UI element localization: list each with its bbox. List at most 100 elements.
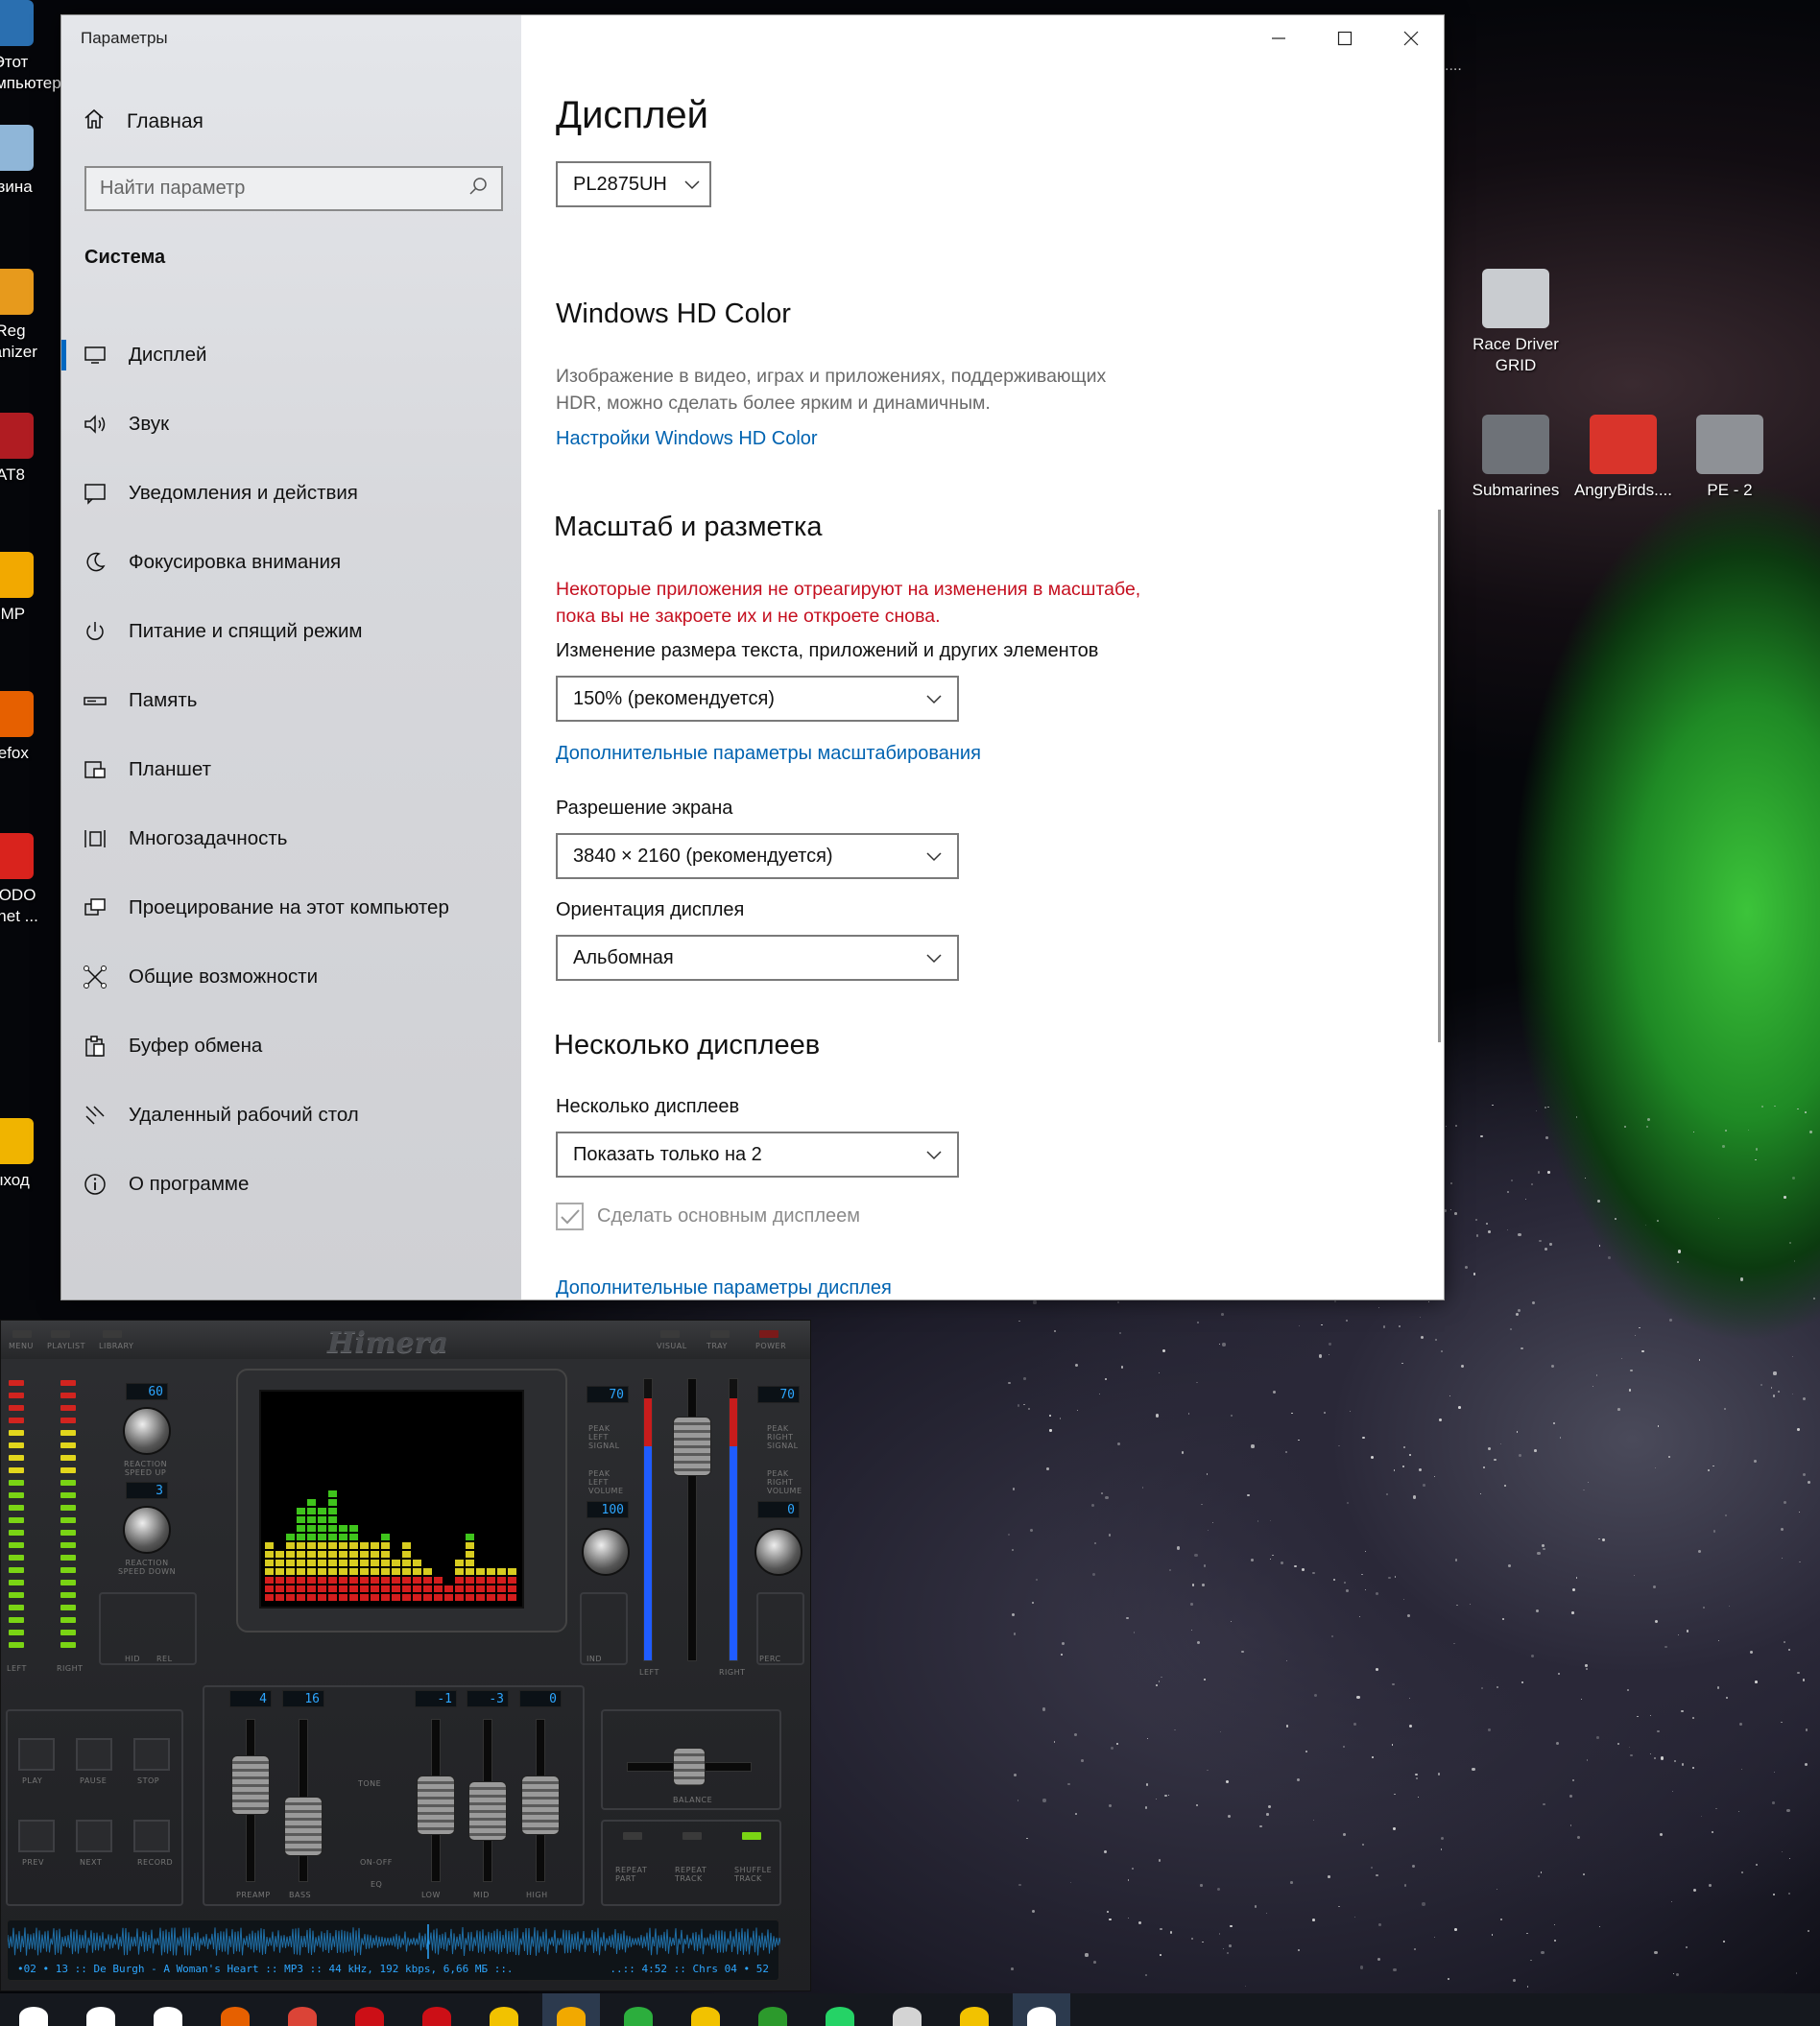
taskbar-opera-button[interactable] xyxy=(341,1993,398,2026)
taskbar-chrome-button[interactable] xyxy=(274,1993,331,2026)
resolution-value: 3840 × 2160 (рекомендуется) xyxy=(573,845,833,867)
mid-readout: -3 xyxy=(467,1690,509,1707)
desktop-icon[interactable]: Этот компьютер xyxy=(0,0,61,94)
desktop-icon[interactable]: ыход xyxy=(0,1118,42,1191)
bass-fader[interactable] xyxy=(284,1797,323,1856)
desktop-icon[interactable]: IMP xyxy=(0,552,42,625)
master-volume-fader[interactable] xyxy=(673,1417,711,1476)
repeat-button[interactable] xyxy=(623,1832,642,1840)
peak-left-signal-label: PEAK LEFT SIGNAL xyxy=(588,1424,620,1450)
taskbar-search-button[interactable] xyxy=(72,1993,130,2026)
high-fader[interactable] xyxy=(521,1776,560,1836)
left-volume-knob[interactable] xyxy=(582,1528,630,1576)
desktop-icon[interactable]: AngryBirds.... xyxy=(1570,415,1676,501)
close-button[interactable] xyxy=(1377,15,1444,61)
taskbar-notes-button[interactable] xyxy=(475,1993,533,2026)
maximize-button[interactable] xyxy=(1311,15,1377,61)
repeat-button[interactable] xyxy=(682,1832,702,1840)
repeat-label: REPEAT TRACK xyxy=(675,1866,707,1883)
pause-button[interactable] xyxy=(76,1738,112,1771)
rel-label: REL xyxy=(156,1655,173,1663)
top-button-label: VISUAL xyxy=(657,1342,687,1350)
advanced-scaling-link[interactable]: Дополнительные параметры масштабирования xyxy=(556,743,981,765)
nav-item[interactable]: Буфер обмена xyxy=(61,1012,521,1081)
nav-item[interactable]: Дисплей xyxy=(61,321,521,390)
desktop-icon[interactable]: Race Driver GRID xyxy=(1463,269,1569,376)
search-input[interactable]: Найти параметр xyxy=(84,166,503,211)
scale-dropdown[interactable]: 150% (рекомендуется) xyxy=(556,676,959,722)
taskbar-star-button[interactable] xyxy=(677,1993,734,2026)
nav-item[interactable]: Память xyxy=(61,666,521,735)
bass-readout: 16 xyxy=(282,1690,324,1707)
play-button[interactable] xyxy=(18,1738,55,1771)
ind-label: IND xyxy=(587,1655,603,1663)
taskbar-folder-button[interactable] xyxy=(946,1993,1003,2026)
top-button-visual[interactable] xyxy=(660,1330,680,1338)
desktop-icon[interactable]: AT8 xyxy=(0,413,42,486)
low-fader[interactable] xyxy=(417,1776,455,1836)
nav-item[interactable]: Планшет xyxy=(61,735,521,804)
nav-item[interactable]: Удаленный рабочий стол xyxy=(61,1081,521,1150)
taskbar-utorrent-button[interactable] xyxy=(610,1993,667,2026)
nav-item[interactable]: Питание и спящий режим xyxy=(61,597,521,666)
taskbar-settings-button[interactable] xyxy=(1013,1993,1070,2026)
next-button[interactable] xyxy=(76,1820,112,1852)
nav-item[interactable]: Фокусировка внимания xyxy=(61,528,521,597)
content-scrollbar[interactable] xyxy=(1438,510,1441,1042)
hid-rel-switches[interactable] xyxy=(99,1592,197,1665)
hid-label: HID xyxy=(125,1655,141,1663)
nav-list: Дисплей Звук Уведомления и действия Фокусир… xyxy=(61,321,521,1219)
nav-item[interactable]: Уведомления и действия xyxy=(61,459,521,528)
top-button-library[interactable] xyxy=(103,1330,122,1338)
top-button-playlist[interactable] xyxy=(51,1330,70,1338)
nav-item[interactable]: О программе xyxy=(61,1150,521,1219)
minimize-button[interactable] xyxy=(1245,15,1311,61)
bass-label: BASS xyxy=(289,1891,312,1899)
top-button-power[interactable] xyxy=(759,1330,778,1338)
taskbar-opera-gx-button[interactable] xyxy=(408,1993,466,2026)
advanced-display-link[interactable]: Дополнительные параметры дисплея xyxy=(556,1277,892,1299)
taskbar-game-button[interactable] xyxy=(878,1993,936,2026)
taskbar-start-button[interactable] xyxy=(5,1993,62,2026)
nav-item[interactable]: Звук xyxy=(61,390,521,459)
top-button-label: POWER xyxy=(755,1342,787,1350)
settings-icon xyxy=(1027,2007,1056,2026)
repeat-label: SHUFFLE TRACK xyxy=(734,1866,773,1883)
preamp-fader[interactable] xyxy=(231,1754,270,1815)
home-button[interactable]: Главная xyxy=(83,107,204,136)
desktop-icon[interactable]: Reg ganizer xyxy=(0,269,42,363)
taskbar-firefox-button[interactable] xyxy=(206,1993,264,2026)
hdr-settings-link[interactable]: Настройки Windows HD Color xyxy=(556,428,818,450)
multi-display-dropdown[interactable]: Показать только на 2 xyxy=(556,1132,959,1178)
repeat-button[interactable] xyxy=(742,1832,761,1840)
record-button[interactable] xyxy=(133,1820,170,1852)
taskbar-whatsapp-button[interactable] xyxy=(811,1993,869,2026)
resolution-dropdown[interactable]: 3840 × 2160 (рекомендуется) xyxy=(556,833,959,879)
desktop-icon[interactable]: PE - 2 xyxy=(1677,415,1783,501)
reaction-down-knob[interactable] xyxy=(123,1506,171,1554)
right-volume-knob[interactable] xyxy=(754,1528,802,1576)
top-button-menu[interactable] xyxy=(12,1330,32,1338)
nav-item[interactable]: Проецирование на этот компьютер xyxy=(61,873,521,942)
prev-button[interactable] xyxy=(18,1820,55,1852)
nav-item[interactable]: Многозадачность xyxy=(61,804,521,873)
reaction-up-knob[interactable] xyxy=(123,1407,171,1455)
desktop-icon[interactable]: рзина xyxy=(0,125,42,198)
monitor-select[interactable]: PL2875UH xyxy=(556,161,711,207)
mid-fader[interactable] xyxy=(468,1780,507,1841)
nav-item[interactable]: Общие возможности xyxy=(61,942,521,1012)
desktop-icon-label: AT8 xyxy=(0,465,25,484)
desktop-icon[interactable]: refox xyxy=(0,691,42,764)
orientation-dropdown[interactable]: Альбомная xyxy=(556,935,959,981)
desktop-icon[interactable]: MODO ernet ... xyxy=(0,833,42,927)
taskbar-tree-button[interactable] xyxy=(744,1993,802,2026)
desktop-icon[interactable]: Submarines xyxy=(1463,415,1569,501)
taskbar-task-view-button[interactable] xyxy=(139,1993,197,2026)
top-button-tray[interactable] xyxy=(710,1330,730,1338)
taskbar-aimp-button[interactable] xyxy=(542,1993,600,2026)
main-display-checkbox[interactable]: Сделать основным дисплеем xyxy=(556,1203,860,1230)
page-title: Дисплей xyxy=(556,94,709,136)
nav-item-label: Многозадачность xyxy=(129,827,288,849)
stop-button[interactable] xyxy=(133,1738,170,1771)
balance-knob[interactable] xyxy=(673,1748,706,1786)
